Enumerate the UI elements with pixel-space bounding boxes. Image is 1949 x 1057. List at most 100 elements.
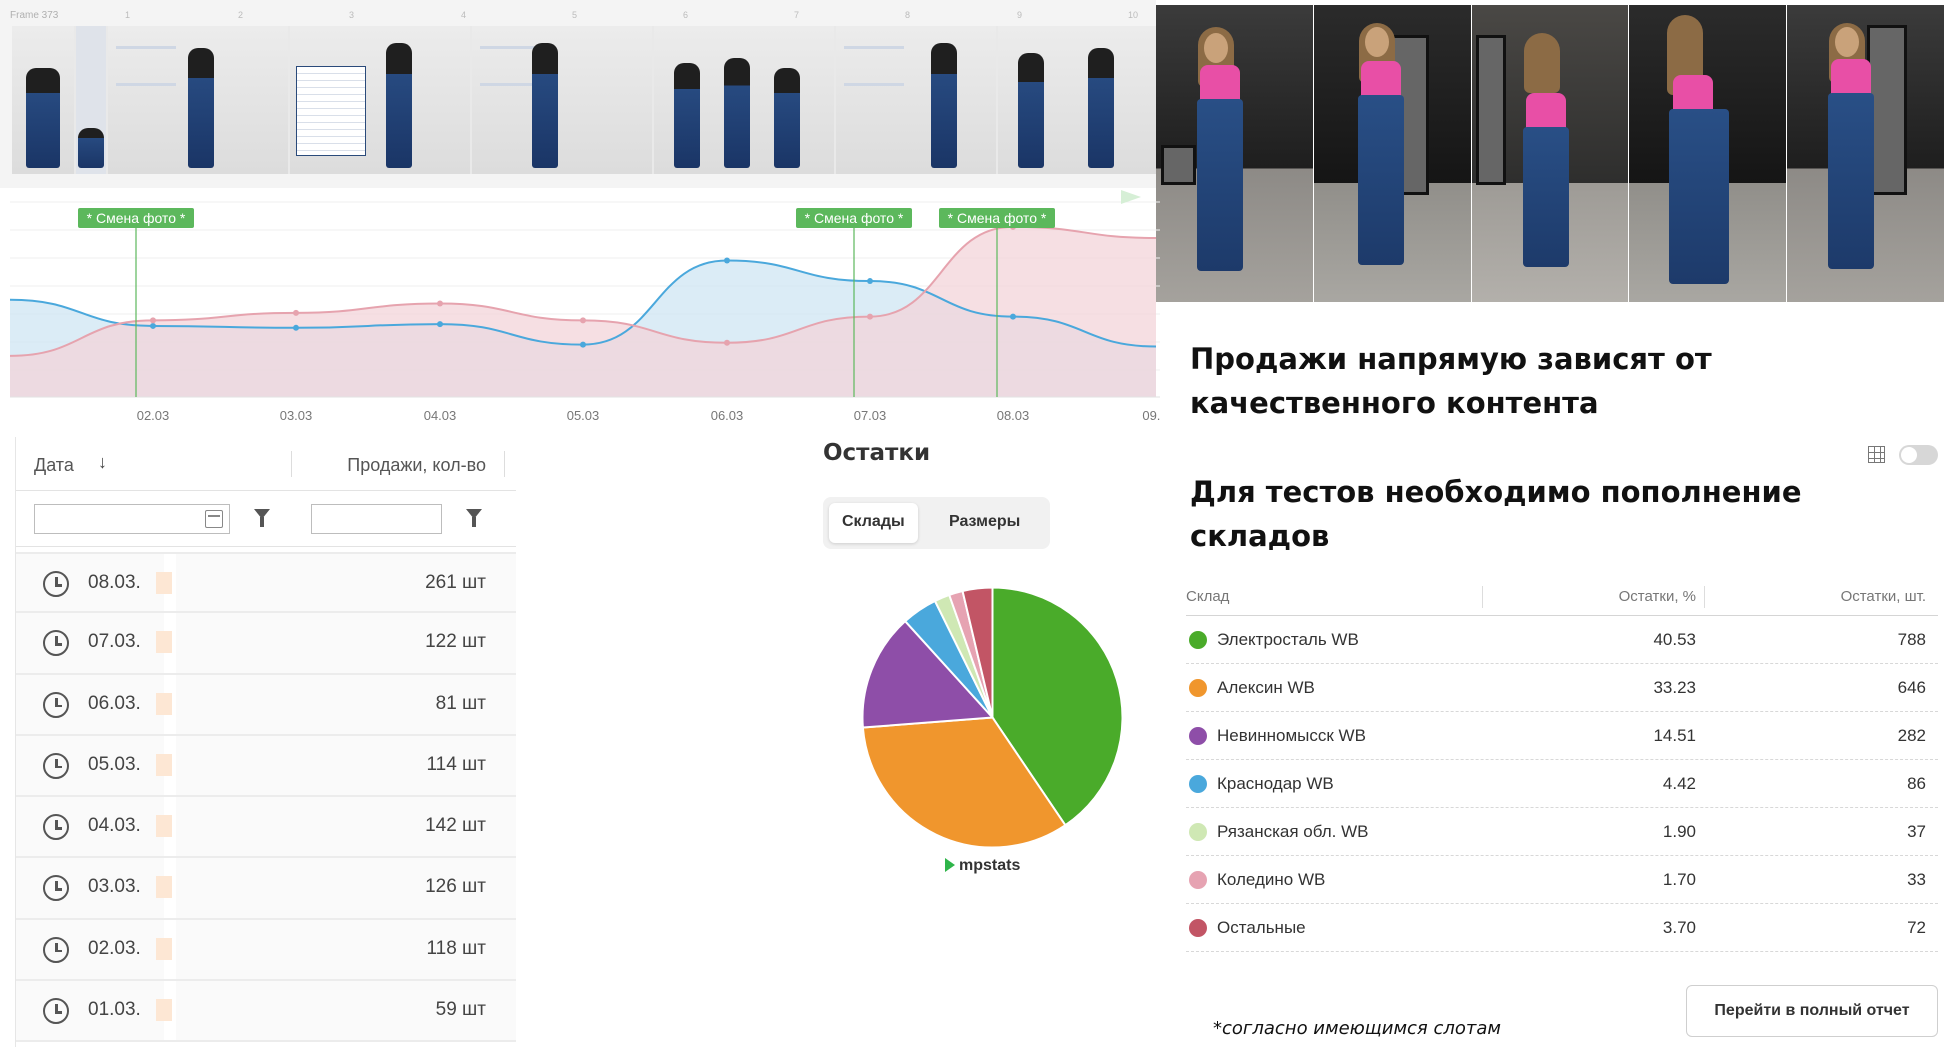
full-report-button[interactable]: Перейти в полный отчет <box>1686 985 1938 1037</box>
warehouse-qty: 646 <box>1897 678 1926 697</box>
photo-thumb <box>12 26 74 174</box>
column-date[interactable]: Дата <box>34 455 74 476</box>
warehouse-name: Рязанская обл. WB <box>1217 822 1369 841</box>
clock-icon <box>43 936 69 963</box>
view-switch[interactable] <box>1899 445 1938 465</box>
view-toggle <box>1868 443 1940 467</box>
warehouse-row[interactable]: Алексин WB 33.23 646 <box>1186 664 1938 712</box>
warehouse-pct: 4.42 <box>1662 774 1696 793</box>
warehouse-qty: 282 <box>1897 726 1926 745</box>
row-sales-value: 118 шт <box>426 937 486 959</box>
table-row[interactable]: 02.03. 118 шт <box>16 919 516 982</box>
series-point <box>293 324 299 331</box>
row-swatch <box>156 937 172 960</box>
table-row[interactable]: 04.03. 142 шт <box>16 797 516 859</box>
series-area <box>10 226 1156 397</box>
sort-down-icon[interactable]: ↓ <box>98 452 107 473</box>
date-filter-input[interactable] <box>34 504 230 534</box>
ruler-tick: 1 <box>125 10 131 20</box>
tab-warehouses[interactable]: Склады <box>829 503 918 543</box>
model-photo <box>1156 5 1314 302</box>
column-separator[interactable] <box>1482 586 1483 608</box>
x-tick-label: 07.03 <box>854 408 887 423</box>
row-date: 03.03. <box>88 876 141 898</box>
photo-thumb <box>998 26 1156 174</box>
table-row[interactable]: 05.03. 114 шт <box>16 735 516 798</box>
column-separator[interactable] <box>504 451 505 477</box>
row-date: 08.03. <box>88 572 141 593</box>
row-swatch <box>156 631 172 654</box>
table-row[interactable]: 07.03. 122 шт <box>16 613 516 675</box>
warehouse-row[interactable]: Коледино WB 1.70 33 <box>1186 856 1938 904</box>
table-row[interactable]: 03.03. 126 шт <box>16 858 516 920</box>
brand-play-icon <box>945 858 955 872</box>
warehouse-table-header: Склад Остатки, % Остатки, шт. <box>1186 580 1938 616</box>
row-swatch <box>156 753 172 776</box>
warehouse-pct: 40.53 <box>1653 630 1696 649</box>
model-photo-collage <box>1156 5 1945 302</box>
row-date: 05.03. <box>88 753 141 775</box>
sales-by-date-table: Дата ↓ Продажи, кол-во 08.03. 261 шт 07.03… <box>15 437 516 1047</box>
filter-row <box>16 491 516 547</box>
calendar-icon[interactable] <box>205 510 223 528</box>
warehouse-row[interactable]: Невинномысск WB 14.51 282 <box>1186 712 1938 760</box>
filter-icon[interactable] <box>254 509 270 527</box>
footnote: *согласно имеющимся слотам <box>1213 1018 1501 1039</box>
column-warehouse[interactable]: Склад <box>1186 588 1229 605</box>
frame-ruler: 1 2 3 4 5 6 7 8 9 10 <box>0 10 1156 24</box>
table-view-icon[interactable] <box>1868 446 1885 463</box>
series-point <box>867 278 873 285</box>
table-row[interactable]: 08.03. 261 шт <box>16 552 516 614</box>
x-tick-label: 05.03 <box>567 408 600 423</box>
warehouse-row[interactable]: Краснодар WB 4.42 86 <box>1186 760 1938 808</box>
ruler-tick: 3 <box>349 10 355 20</box>
warehouse-row[interactable]: Остальные 3.70 72 <box>1186 904 1938 952</box>
row-date: 07.03. <box>88 631 141 653</box>
warehouse-rows: Электросталь WB 40.53 788 Алексин WB 33.23 64… <box>1186 616 1938 952</box>
warehouse-name: Невинномысск WB <box>1217 726 1366 745</box>
series-point <box>1010 313 1016 320</box>
warehouse-qty: 37 <box>1907 822 1926 841</box>
row-swatch <box>156 999 172 1022</box>
warehouse-pct: 1.70 <box>1662 870 1696 889</box>
ruler-tick: 2 <box>238 10 244 20</box>
warehouse-row[interactable]: Рязанская обл. WB 1.90 37 <box>1186 808 1938 856</box>
row-swatch <box>156 815 172 838</box>
clock-icon <box>43 630 69 657</box>
x-tick-label: 06.03 <box>711 408 744 423</box>
warehouse-pct: 14.51 <box>1653 726 1696 745</box>
warehouse-pct: 33.23 <box>1653 678 1696 697</box>
clock-icon <box>43 752 69 779</box>
legend-dot <box>1189 871 1207 889</box>
brand-logo: mpstats <box>945 857 1020 875</box>
filter-icon[interactable] <box>466 509 482 527</box>
sales-trend-chart: * Смена фото * * Смена фото * * Смена фото… <box>0 190 1160 430</box>
column-separator[interactable] <box>1704 586 1705 608</box>
row-sales-value: 122 шт <box>425 631 486 653</box>
x-tick-label: 02.03 <box>137 408 170 423</box>
warehouse-row[interactable]: Электросталь WB 40.53 788 <box>1186 616 1938 664</box>
ruler-tick: 8 <box>905 10 911 20</box>
sales-filter-input[interactable] <box>311 504 442 534</box>
row-swatch <box>156 692 172 715</box>
row-date: 01.03. <box>88 999 141 1021</box>
warehouse-qty: 86 <box>1907 774 1926 793</box>
table-row[interactable]: 06.03. 81 шт <box>16 674 516 736</box>
column-stock-pct[interactable]: Остатки, % <box>1619 588 1696 605</box>
column-sales[interactable]: Продажи, кол-во <box>347 455 486 476</box>
row-sales-value: 142 шт <box>425 815 486 837</box>
headline-restock: Для тестов необходимо пополнение складов <box>1190 475 1802 553</box>
photo-thumb <box>472 26 652 174</box>
tab-sizes[interactable]: Размеры <box>936 503 1033 543</box>
legend-dot <box>1189 631 1207 649</box>
column-separator[interactable] <box>291 451 292 477</box>
series-point <box>437 300 443 307</box>
ruler-tick: 4 <box>461 10 467 20</box>
series-point <box>437 321 443 328</box>
table-row[interactable]: 01.03. 59 шт <box>16 981 516 1043</box>
column-stock-qty[interactable]: Остатки, шт. <box>1841 588 1926 605</box>
row-date: 02.03. <box>88 937 141 959</box>
headline-content-quality: Продажи напрямую зависят от качественног… <box>1190 342 1712 420</box>
clock-icon <box>43 814 69 841</box>
x-tick-label: 08.03 <box>997 408 1030 423</box>
